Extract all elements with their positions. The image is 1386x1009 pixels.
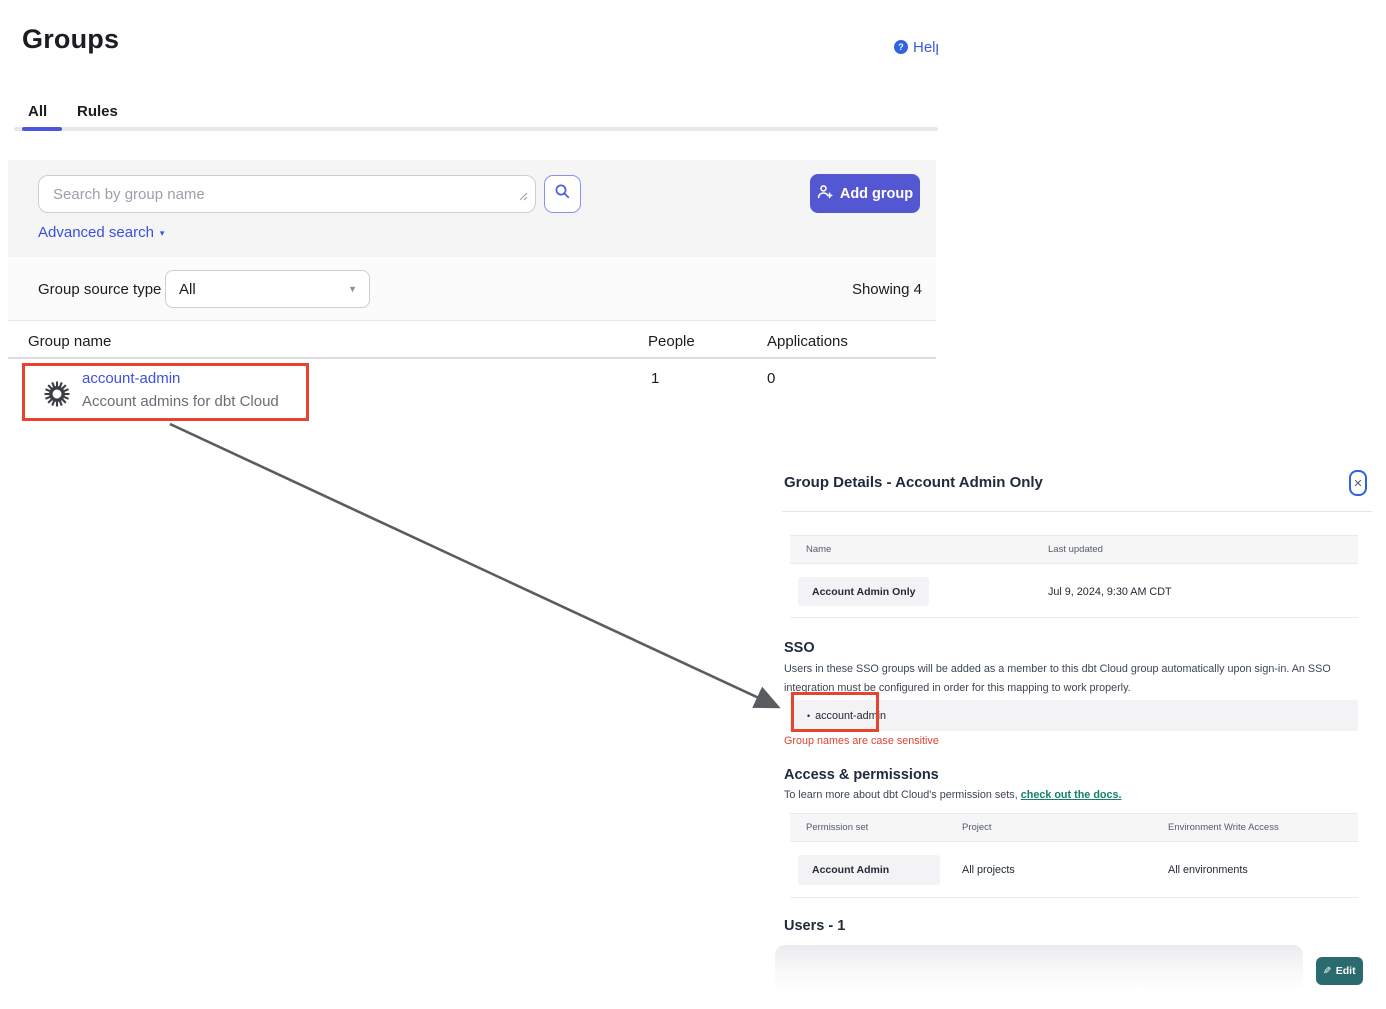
edit-button-label: Edit <box>1336 965 1356 977</box>
group-row-applications-count: 0 <box>767 370 775 387</box>
tab-rules[interactable]: Rules <box>77 103 118 120</box>
tab-all[interactable]: All <box>28 103 47 120</box>
name-table-bottom-border <box>790 617 1358 618</box>
tab-underline-track <box>14 127 938 131</box>
environment-write-access-column-header: Environment Write Access <box>1168 822 1279 833</box>
showing-count: Showing 4 <box>838 281 922 298</box>
pencil-icon: ✎ <box>1323 966 1331 977</box>
edit-button[interactable]: ✎ Edit <box>1316 957 1363 985</box>
last-updated-column-header: Last updated <box>1048 544 1103 555</box>
help-icon: ? <box>894 40 908 54</box>
group-source-type-value: All <box>179 281 196 298</box>
search-input[interactable] <box>38 175 536 213</box>
access-permissions-intro: To learn more about dbt Cloud's permissi… <box>784 789 1122 801</box>
search-button[interactable] <box>544 175 581 213</box>
resize-handle-icon[interactable] <box>519 188 528 206</box>
table-header-divider <box>8 357 936 359</box>
tab-active-indicator <box>22 127 62 131</box>
project-column-header: Project <box>962 822 992 833</box>
sso-section-description: Users in these SSO groups will be added … <box>784 660 1360 697</box>
close-button[interactable]: ✕ <box>1349 470 1367 496</box>
add-group-label: Add group <box>840 186 913 202</box>
search-icon <box>554 183 571 205</box>
sso-group-name: account-admin <box>815 710 886 722</box>
column-header-group-name: Group name <box>28 333 111 350</box>
access-intro-text: To learn more about dbt Cloud's permissi… <box>784 789 1018 801</box>
panel-divider <box>782 511 1372 512</box>
group-name-pill: Account Admin Only <box>798 577 929 606</box>
add-group-button[interactable]: Add group <box>810 174 920 213</box>
group-source-type-label: Group source type <box>38 281 161 298</box>
help-link-label: Help <box>913 39 938 56</box>
add-user-icon <box>817 184 833 204</box>
permissions-table-bottom-border <box>790 897 1358 898</box>
select-caret-icon: ▼ <box>348 284 357 294</box>
project-value: All projects <box>962 864 1015 876</box>
group-row-name-link[interactable]: account-admin <box>82 370 180 387</box>
bullet-icon: • <box>807 711 810 721</box>
users-section-heading: Users - 1 <box>784 918 845 934</box>
access-permissions-heading: Access & permissions <box>784 767 939 783</box>
column-header-applications: Applications <box>767 333 848 350</box>
sso-section-heading: SSO <box>784 640 815 656</box>
users-table-header-band <box>775 945 1303 989</box>
page-title: Groups <box>22 24 119 55</box>
group-avatar-icon <box>42 379 72 414</box>
docs-link[interactable]: check out the docs. <box>1021 789 1122 801</box>
group-row-description: Account admins for dbt Cloud <box>82 393 279 410</box>
group-source-type-select[interactable]: All ▼ <box>165 270 370 308</box>
permission-set-column-header: Permission set <box>806 822 868 833</box>
sso-group-list-item: • account-admin <box>790 700 1358 731</box>
annotation-arrow <box>0 0 1386 1009</box>
environment-value: All environments <box>1168 864 1248 876</box>
permission-set-pill: Account Admin <box>798 855 940 885</box>
help-link[interactable]: ? Help <box>894 36 938 58</box>
chevron-down-icon: ▾ <box>160 226 165 239</box>
advanced-search-label: Advanced search <box>38 224 154 241</box>
advanced-search-toggle[interactable]: Advanced search ▾ <box>38 224 164 241</box>
last-updated-value: Jul 9, 2024, 9:30 AM CDT <box>1048 586 1172 598</box>
column-header-people: People <box>648 333 695 350</box>
name-column-header: Name <box>806 544 831 555</box>
group-details-title: Group Details - Account Admin Only <box>784 474 1043 491</box>
search-input-wrap <box>38 175 536 213</box>
close-icon: ✕ <box>1353 477 1362 490</box>
case-sensitive-warning: Group names are case sensitive <box>784 735 939 747</box>
group-row-people-count: 1 <box>651 370 659 387</box>
